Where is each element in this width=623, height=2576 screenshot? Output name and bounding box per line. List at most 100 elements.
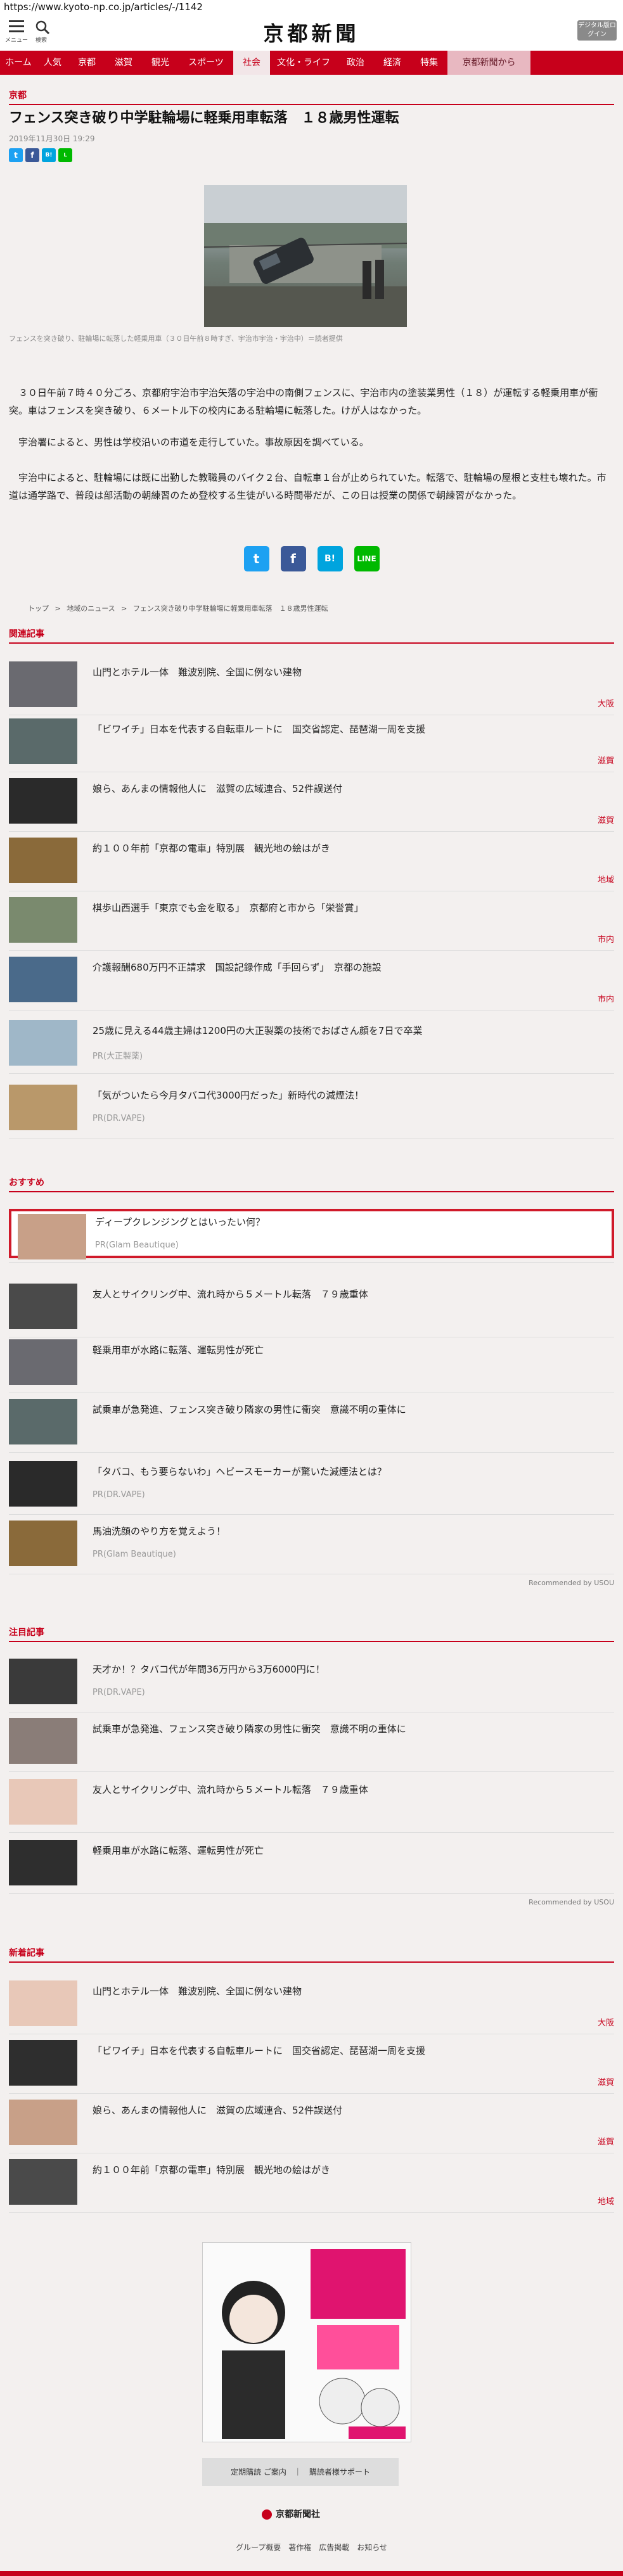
item-category[interactable]: 市内 [598,933,614,945]
item-title[interactable]: 山門とホテル一体 難波別院、全国に例ない建物 [93,665,302,679]
recommend-item[interactable]: 「タバコ、もう要らないわ」ヘビースモーカーが驚いた減煙法とは？ PR(DR.VAP… [9,1461,614,1510]
nav-tab-3[interactable]: 滋賀 [105,51,142,75]
item-title[interactable]: 山門とホテル一体 難波別院、全国に例ない建物 [93,1984,302,1998]
item-title[interactable]: 「ビワイチ」日本を代表する自転車ルートに 国交省認定、琵琶湖一周を支援 [93,2044,425,2057]
footer-links[interactable]: グループ概要 著作権 広告掲載 お知らせ [0,2542,623,2553]
item-title[interactable]: 試乗車が急発進、フェンス突き破り隣家の男性に衝突 意識不明の重体に [93,1722,406,1735]
item-title[interactable]: 軽乗用車が水路に転落、運転男性が死亡 [93,1844,264,1857]
line-icon[interactable]: L [58,148,72,162]
item-title[interactable]: 馬油洗顔のやり方を覚えよう！ [93,1524,226,1538]
thumbnail-image[interactable] [9,1020,77,1066]
thumbnail-image[interactable] [18,1214,86,1259]
thumbnail-image[interactable] [9,778,77,824]
item-title[interactable]: 娘ら、あんまの情報他人に 滋賀の広域連合、52件誤送付 [93,782,342,795]
breadcrumb-item[interactable]: トップ [28,604,51,613]
digital-login-button[interactable]: デジタル版ログイン [577,20,617,41]
thumbnail-image[interactable] [9,2100,77,2145]
item-title[interactable]: ディープクレンジングとはいったい何？ [95,1215,265,1228]
related-item[interactable]: 約１００年前「京都の電車」特別展 観光地の絵はがき地域 [9,838,614,887]
popular-item[interactable]: 軽乗用車が水路に転落、運転男性が死亡 [9,1840,614,1889]
item-title[interactable]: 娘ら、あんまの情報他人に 滋賀の広域連合、52件誤送付 [93,2103,342,2117]
item-title[interactable]: 約１００年前「京都の電車」特別展 観光地の絵はがき [93,2163,330,2176]
item-title[interactable]: 約１００年前「京都の電車」特別展 観光地の絵はがき [93,841,330,855]
nav-tab-4[interactable]: 観光 [142,51,179,75]
nav-tab-9[interactable]: 経済 [374,51,411,75]
thumbnail-image[interactable] [9,1840,77,1885]
item-category[interactable]: 滋賀 [598,813,614,826]
thumbnail-image[interactable] [9,1779,77,1825]
recommended-by-label[interactable]: Recommended by USOU [529,1579,614,1587]
facebook-icon[interactable]: f [25,148,39,162]
thumbnail-image[interactable] [9,661,77,707]
latest-item[interactable]: 「ビワイチ」日本を代表する自転車ルートに 国交省認定、琵琶湖一周を支援滋賀 [9,2040,614,2089]
breadcrumb-item[interactable]: 地域のニュース [67,604,117,613]
thumbnail-image[interactable] [9,1085,77,1130]
related-item[interactable]: 介護報酬680万円不正請求 国設記録作成「手回らず」 京都の施設市内 [9,957,614,1006]
thumbnail-image[interactable] [9,1461,77,1507]
recommended-by-label[interactable]: Recommended by USOU [529,1898,614,1906]
item-category[interactable]: 滋賀 [598,2135,614,2147]
manga-ad-banner[interactable] [202,2242,411,2442]
popular-item[interactable]: 友人とサイクリング中、流れ時から５メートル転落 ７９歳重体 [9,1779,614,1828]
url-bar[interactable]: https://www.kyoto-np.co.jp/articles/-/11… [0,0,623,14]
thumbnail-image[interactable] [9,1521,77,1566]
item-title[interactable]: 棋歩山西選手「東京でも金を取る」 京都府と市から「栄誉賞」 [93,901,364,914]
recommend-item[interactable]: 友人とサイクリング中、流れ時から５メートル転落 ７９歳重体 [9,1284,614,1333]
recommend-item[interactable]: 馬油洗顔のやり方を覚えよう！ PR(Glam Beautique) [9,1521,614,1570]
thumbnail-image[interactable] [9,1980,77,2026]
item-category[interactable]: 地域 [598,873,614,885]
thumbnail-image[interactable] [9,957,77,1002]
popular-item[interactable]: 天才か！？タバコ代が年間36万円から3万6000円に！ PR(DR.VAPE) [9,1659,614,1708]
nav-tab-2[interactable]: 京都 [68,51,105,75]
hatena-icon[interactable]: B! [42,148,56,162]
nav-tab-5[interactable]: スポーツ [179,51,233,75]
thumbnail-image[interactable] [9,1284,77,1329]
subscription-buttons[interactable]: 定期購読 ご案内 ｜ 購読者様サポート [202,2458,399,2486]
twitter-icon[interactable]: t [9,148,23,162]
search-icon[interactable] [35,20,49,34]
related-item[interactable]: 「ビワイチ」日本を代表する自転車ルートに 国交省認定、琵琶湖一周を支援滋賀 [9,718,614,768]
twitter-icon[interactable]: t [243,546,269,571]
item-category[interactable]: 大阪 [598,697,614,709]
nav-tab-7[interactable]: 文化・ライフ [270,51,337,75]
item-category[interactable]: 市内 [598,992,614,1004]
thumbnail-image[interactable] [9,897,77,943]
item-title[interactable]: 「気がついたら今月タバコ代3000円だった」新時代の減煙法！ [93,1088,364,1102]
thumbnail-image[interactable] [9,1659,77,1704]
item-title[interactable]: 25歳に見える44歳主婦は1200円の大正製薬の技術でおばさん顔を7日で卒業 [93,1024,422,1037]
item-title[interactable]: 天才か！？タバコ代が年間36万円から3万6000円に！ [93,1662,325,1676]
related-item[interactable]: 山門とホテル一体 難波別院、全国に例ない建物大阪 [9,661,614,711]
related-item[interactable]: 25歳に見える44歳主婦は1200円の大正製薬の技術でおばさん顔を7日で卒業 PR… [9,1020,614,1069]
recommend-item[interactable]: 試乗車が急発進、フェンス突き破り隣家の男性に衝突 意識不明の重体に [9,1399,614,1448]
footer-logo[interactable]: 京都新聞社 [262,2508,320,2520]
item-category[interactable]: 滋賀 [598,2075,614,2088]
nav-tab-1[interactable]: 人気 [37,51,68,75]
item-category[interactable]: 地域 [598,2195,614,2207]
item-title[interactable]: 試乗車が急発進、フェンス突き破り隣家の男性に衝突 意識不明の重体に [93,1403,406,1416]
item-title[interactable]: 友人とサイクリング中、流れ時から５メートル転落 ７９歳重体 [93,1783,368,1796]
item-category[interactable]: 滋賀 [598,754,614,766]
popular-item[interactable]: 試乗車が急発進、フェンス突き破り隣家の男性に衝突 意識不明の重体に [9,1718,614,1768]
nav-tab-10[interactable]: 特集 [411,51,447,75]
item-title[interactable]: 「ビワイチ」日本を代表する自転車ルートに 国交省認定、琵琶湖一周を支援 [93,722,425,736]
related-item[interactable]: 娘ら、あんまの情報他人に 滋賀の広域連合、52件誤送付滋賀 [9,778,614,827]
nav-tab-6[interactable]: 社会 [233,51,270,75]
breadcrumb-item[interactable]: フェンス突き破り中学駐輪場に軽乗用車転落 １８歳男性運転 [133,604,328,613]
section-label[interactable]: 京都 [9,89,27,101]
thumbnail-image[interactable] [9,1718,77,1764]
facebook-icon[interactable]: f [280,546,306,571]
site-logo[interactable]: 京都新聞 [241,18,382,46]
hatena-icon[interactable]: B! [317,546,343,571]
related-item[interactable]: 棋歩山西選手「東京でも金を取る」 京都府と市から「栄誉賞」市内 [9,897,614,947]
line-icon[interactable]: LINE [354,546,380,571]
nav-tab-0[interactable]: ホーム [0,51,37,75]
thumbnail-image[interactable] [9,718,77,764]
item-category[interactable]: 大阪 [598,2016,614,2028]
thumbnail-image[interactable] [9,838,77,883]
latest-item[interactable]: 約１００年前「京都の電車」特別展 観光地の絵はがき地域 [9,2159,614,2209]
item-title[interactable]: 「タバコ、もう要らないわ」ヘビースモーカーが驚いた減煙法とは？ [93,1465,387,1478]
nav-tab-8[interactable]: 政治 [337,51,374,75]
item-title[interactable]: 軽乗用車が水路に転落、運転男性が死亡 [93,1343,264,1356]
latest-item[interactable]: 山門とホテル一体 難波別院、全国に例ない建物大阪 [9,1980,614,2030]
item-title[interactable]: 介護報酬680万円不正請求 国設記録作成「手回らず」 京都の施設 [93,960,382,974]
